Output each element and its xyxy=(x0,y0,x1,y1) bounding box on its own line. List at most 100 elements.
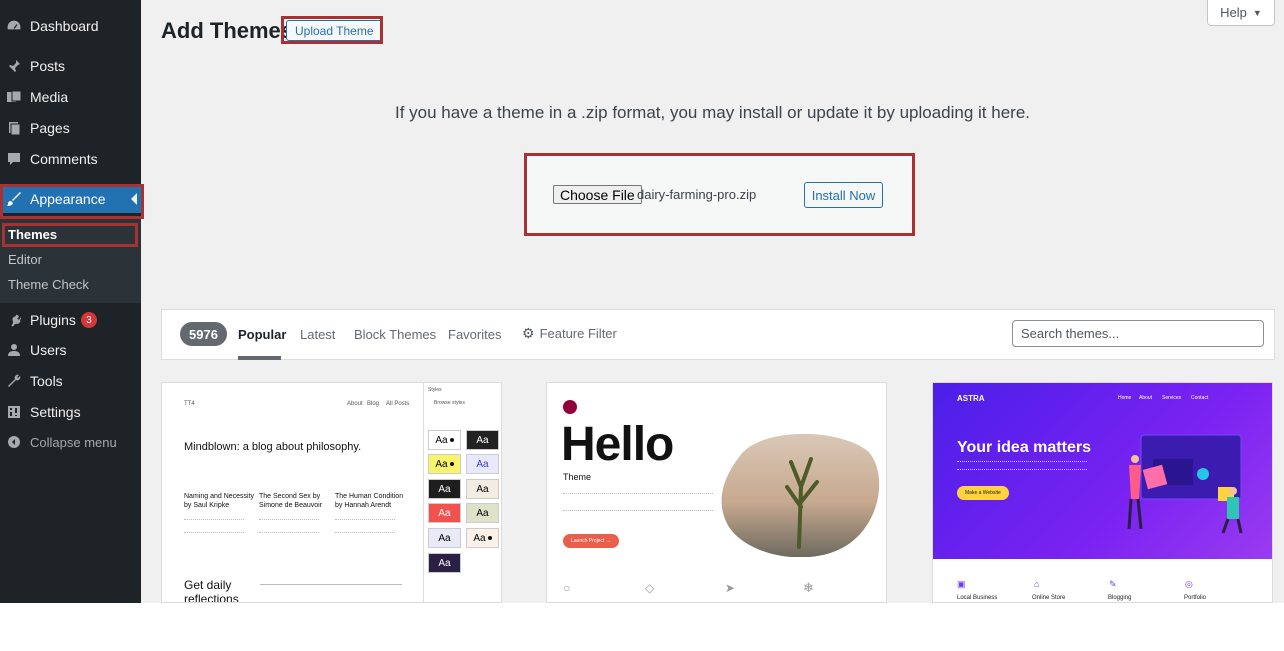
tt-nav-link: About xyxy=(347,401,363,407)
tt-style-swatch: Aa xyxy=(428,479,461,499)
sidebar-item-label: Posts xyxy=(30,58,66,74)
settings-icon xyxy=(6,404,22,420)
sidebar-item-comments[interactable]: Comments xyxy=(0,145,141,173)
hello-subtitle: Theme xyxy=(563,472,592,482)
comment-icon xyxy=(6,151,22,167)
plug-icon xyxy=(6,312,22,328)
submenu-item-editor[interactable]: Editor xyxy=(8,252,42,267)
tt-nav-link: All Posts xyxy=(386,401,410,407)
diamond-icon: ◇ xyxy=(645,581,655,595)
user-icon xyxy=(6,342,22,358)
collapse-menu-button[interactable]: Collapse menu xyxy=(0,428,141,456)
astra-headline: Your idea matters xyxy=(957,439,1091,456)
choose-file-button[interactable]: Choose File xyxy=(553,185,642,204)
hello-body-text-lines xyxy=(563,493,713,511)
active-tab-indicator xyxy=(238,356,281,360)
sidebar-item-media[interactable]: Media xyxy=(0,83,141,111)
selected-file-name: dairy-farming-pro.zip xyxy=(637,187,757,202)
tt-post-title: by Hannah Arendt xyxy=(335,502,392,509)
sidebar-item-appearance[interactable]: Appearance xyxy=(0,185,141,213)
tt-post-title: by Saul Kripke xyxy=(184,502,230,509)
astra-nav-link: Services xyxy=(1162,395,1182,401)
dashboard-icon xyxy=(6,18,22,34)
theme-card-hello-elementor[interactable]: Hello Theme Launch Project → ○ ◇ ➤ ❄ xyxy=(546,382,887,603)
help-label: Help xyxy=(1220,5,1247,20)
feature-filter-label: Feature Filter xyxy=(539,326,617,341)
send-icon: ➤ xyxy=(725,581,736,595)
brush-icon xyxy=(6,191,22,207)
portfolio-icon: ◎ xyxy=(1185,579,1193,589)
tab-block-themes[interactable]: Block Themes xyxy=(354,327,436,342)
tt-nav-link: Blog xyxy=(367,401,380,407)
elementor-logo-icon xyxy=(563,400,577,414)
install-now-button[interactable]: Install Now xyxy=(804,182,883,208)
astra-nav-link: Contact xyxy=(1191,395,1209,401)
tt-style-swatch: Aa xyxy=(428,553,461,573)
wrench-icon xyxy=(6,373,22,389)
tt-style-swatch: Aa xyxy=(466,430,499,450)
sidebar-item-pages[interactable]: Pages xyxy=(0,114,141,142)
appearance-submenu: Themes Editor Theme Check xyxy=(0,219,141,303)
plugin-update-badge: 3 xyxy=(80,312,97,328)
tt-footer-heading: Get daily xyxy=(184,578,232,592)
cactus-photo xyxy=(721,433,880,557)
astra-logo: ASTRA xyxy=(957,394,985,403)
tt-style-swatch: Aa xyxy=(466,479,499,499)
tt-style-swatch: Aa xyxy=(428,528,461,548)
astra-feature-label: Online Store xyxy=(1032,595,1066,601)
tt-excerpt-lines xyxy=(335,519,395,533)
tt-post-title: Simone de Beauvoir xyxy=(259,502,323,509)
tt-post-title: The Human Condition xyxy=(335,493,404,500)
astra-feature-label: Portfolio xyxy=(1184,595,1207,601)
tt-style-swatch: Aa xyxy=(428,503,461,523)
astra-nav-link: About xyxy=(1139,395,1153,401)
tt-panel-title: Styles xyxy=(428,387,442,393)
sidebar-item-plugins[interactable]: Plugins 3 xyxy=(0,306,141,334)
tab-favorites[interactable]: Favorites xyxy=(448,327,501,342)
tt-style-swatch: Aa xyxy=(466,454,499,474)
theme-card-twentytwentyfour[interactable]: TT4 About Blog All Posts Mindblown: a bl… xyxy=(161,382,502,603)
upload-instructions: If you have a theme in a .zip format, yo… xyxy=(394,103,1031,122)
upload-theme-button[interactable]: Upload Theme xyxy=(286,20,383,41)
sidebar-item-label: Pages xyxy=(30,120,70,136)
feature-filter-button[interactable]: ⚙ Feature Filter xyxy=(522,325,617,342)
pages-icon xyxy=(6,120,22,136)
submenu-item-theme-check[interactable]: Theme Check xyxy=(8,277,89,292)
sidebar-item-label: Dashboard xyxy=(30,18,99,34)
sidebar-item-tools[interactable]: Tools xyxy=(0,367,141,395)
help-tab-button[interactable]: Help ▼ xyxy=(1207,0,1275,26)
current-menu-arrow xyxy=(131,193,137,205)
media-icon xyxy=(6,89,22,105)
sidebar-item-label: Plugins xyxy=(30,312,76,328)
sidebar-item-settings[interactable]: Settings xyxy=(0,398,141,426)
tt-style-swatch: Aa xyxy=(466,503,499,523)
hello-launch-button: Launch Project → xyxy=(563,534,619,548)
snowflake-icon: ❄ xyxy=(803,580,814,595)
theme-count-badge: 5976 xyxy=(180,322,227,346)
pin-icon xyxy=(6,58,22,74)
sidebar-item-posts[interactable]: Posts xyxy=(0,52,141,80)
submenu-item-themes[interactable]: Themes xyxy=(8,227,57,242)
tt-styles-panel: Styles Browse styles Aa Aa Aa Aa Aa Aa A… xyxy=(423,383,501,602)
tt-footer-heading: reflections xyxy=(184,592,239,603)
tt-style-swatch: Aa xyxy=(428,430,461,450)
sidebar-item-label: Collapse menu xyxy=(30,434,117,450)
collapse-icon xyxy=(6,434,22,450)
store-icon: ▣ xyxy=(957,579,966,589)
page-title: Add Themes xyxy=(161,18,294,43)
tt-panel-subtitle: Browse styles xyxy=(434,400,465,406)
tab-latest[interactable]: Latest xyxy=(300,327,335,342)
tab-popular[interactable]: Popular xyxy=(238,327,286,342)
sidebar-item-dashboard[interactable]: Dashboard xyxy=(0,12,141,40)
sidebar-item-label: Tools xyxy=(30,373,63,389)
tt-site-name: TT4 xyxy=(184,401,195,407)
sidebar-item-label: Media xyxy=(30,89,69,105)
tt-post-title: Naming and Necessity xyxy=(184,493,255,500)
search-themes-input[interactable] xyxy=(1012,320,1264,347)
bag-icon: ⌂ xyxy=(1034,579,1040,589)
tt-post-title: The Second Sex by xyxy=(259,493,321,500)
sidebar-item-label: Users xyxy=(30,342,67,358)
sidebar-item-users[interactable]: Users xyxy=(0,336,141,364)
theme-card-astra[interactable]: ASTRA Home About Services Contact Your i… xyxy=(932,382,1273,603)
tt-excerpt-lines xyxy=(259,519,319,533)
